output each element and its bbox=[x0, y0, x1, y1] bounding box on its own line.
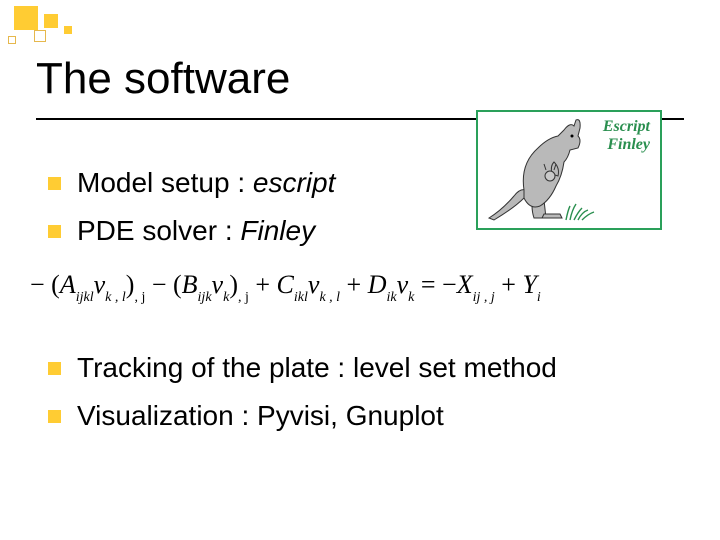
kangaroo-icon bbox=[484, 118, 604, 226]
list-item: Model setup : escript bbox=[48, 166, 470, 200]
kangaroo-labels: Escript Finley bbox=[603, 118, 650, 154]
slide-title: The software bbox=[36, 54, 290, 104]
kangaroo-label-finley: Finley bbox=[603, 136, 650, 154]
list-item: Tracking of the plate : level set method bbox=[48, 351, 700, 385]
pde-equation: − (Aijklvk , l), j − (Bijkvk), j + Ciklv… bbox=[30, 270, 690, 304]
bullet-list-top: Model setup : escript PDE solver : Finle… bbox=[48, 160, 470, 262]
kangaroo-label-escript: Escript bbox=[603, 118, 650, 136]
bullet-em: Finley bbox=[240, 215, 315, 246]
bullet-icon bbox=[48, 177, 61, 190]
bullet-em: escript bbox=[253, 167, 335, 198]
bullet-icon bbox=[48, 225, 61, 238]
kangaroo-box: Escript Finley bbox=[476, 110, 662, 230]
bullet-text: Tracking of the plate : level set method bbox=[77, 352, 557, 383]
bullet-list-bottom: Tracking of the plate : level set method… bbox=[48, 345, 700, 447]
corner-decoration bbox=[0, 0, 200, 50]
bullet-icon bbox=[48, 362, 61, 375]
list-item: PDE solver : Finley bbox=[48, 214, 470, 248]
list-item: Visualization : Pyvisi, Gnuplot bbox=[48, 399, 700, 433]
bullet-text: Visualization : Pyvisi, Gnuplot bbox=[77, 400, 444, 431]
bullet-text: PDE solver : bbox=[77, 215, 240, 246]
bullet-text: Model setup : bbox=[77, 167, 253, 198]
bullet-icon bbox=[48, 410, 61, 423]
